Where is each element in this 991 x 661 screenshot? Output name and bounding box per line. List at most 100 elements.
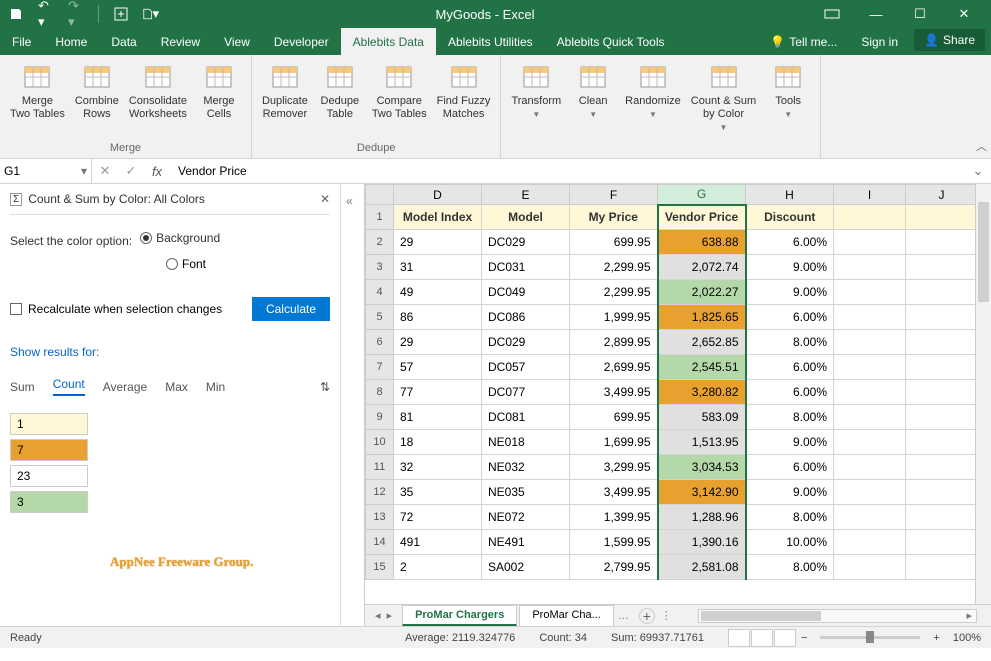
sheet-tab[interactable]: ProMar Cha... — [519, 605, 613, 626]
view-page-layout-icon[interactable] — [751, 629, 773, 647]
ribbon-combine-rows[interactable]: CombineRows — [71, 59, 123, 140]
col-header-G[interactable]: G — [658, 185, 746, 205]
save-icon[interactable] — [8, 6, 24, 22]
cell[interactable]: SA002 — [482, 555, 570, 580]
ribbon-randomize[interactable]: Randomize▼ — [621, 59, 685, 152]
col-header-J[interactable]: J — [906, 185, 978, 205]
row-header[interactable]: 5 — [366, 305, 394, 330]
fx-icon[interactable]: fx — [144, 159, 170, 183]
cell[interactable]: 2,652.85 — [658, 330, 746, 355]
ribbon-tools[interactable]: Tools▼ — [762, 59, 814, 152]
cell[interactable]: DC029 — [482, 230, 570, 255]
metric-tab-sum[interactable]: Sum — [10, 380, 35, 394]
cell[interactable]: 638.88 — [658, 230, 746, 255]
cell[interactable]: 1,399.95 — [570, 505, 658, 530]
cell[interactable]: 491 — [394, 530, 482, 555]
cell[interactable]: NE035 — [482, 480, 570, 505]
cell[interactable]: 2,072.74 — [658, 255, 746, 280]
pane-collapse-icon[interactable]: « — [341, 194, 353, 208]
row-header[interactable]: 8 — [366, 380, 394, 405]
cell[interactable]: 6.00% — [746, 355, 834, 380]
ribbon-transform[interactable]: Transform▼ — [507, 59, 565, 152]
cell[interactable]: 6.00% — [746, 455, 834, 480]
pane-close-icon[interactable]: ✕ — [320, 192, 330, 206]
close-icon[interactable]: ✕ — [943, 0, 985, 28]
col-header-F[interactable]: F — [570, 185, 658, 205]
ribbon-merge-cells[interactable]: MergeCells — [193, 59, 245, 140]
table-header-cell[interactable]: Model — [482, 205, 570, 230]
cell[interactable]: 699.95 — [570, 405, 658, 430]
radio-background[interactable]: Background — [140, 231, 220, 245]
tab-view[interactable]: View — [212, 28, 262, 55]
maximize-icon[interactable]: ☐ — [899, 0, 941, 28]
row-header[interactable]: 12 — [366, 480, 394, 505]
sheet-nav-next-icon[interactable]: ▸ — [387, 609, 393, 622]
cell[interactable]: 9.00% — [746, 480, 834, 505]
cell[interactable]: 1,599.95 — [570, 530, 658, 555]
cell[interactable]: 2,699.95 — [570, 355, 658, 380]
cell[interactable]: 6.00% — [746, 230, 834, 255]
sort-icon[interactable]: ⇅ — [320, 380, 330, 394]
col-header-D[interactable]: D — [394, 185, 482, 205]
cell[interactable]: 2,299.95 — [570, 255, 658, 280]
minimize-icon[interactable]: — — [855, 0, 897, 28]
metric-tab-max[interactable]: Max — [165, 380, 188, 394]
new-doc-icon[interactable]: ▾ — [143, 6, 159, 22]
spreadsheet-grid[interactable]: DEFGHIJ1Model IndexModelMy PriceVendor P… — [365, 184, 978, 580]
row-header[interactable]: 14 — [366, 530, 394, 555]
tab-ablebits-utilities[interactable]: Ablebits Utilities — [436, 28, 545, 55]
cell[interactable]: DC057 — [482, 355, 570, 380]
zoom-in-icon[interactable]: + — [929, 632, 943, 644]
cell[interactable]: 3,034.53 — [658, 455, 746, 480]
cell[interactable]: 57 — [394, 355, 482, 380]
cell[interactable]: 1,825.65 — [658, 305, 746, 330]
view-page-break-icon[interactable] — [774, 629, 796, 647]
cell[interactable]: 31 — [394, 255, 482, 280]
cell[interactable]: 2,899.95 — [570, 330, 658, 355]
color-result-row[interactable]: 23 — [10, 464, 330, 488]
row-header[interactable]: 13 — [366, 505, 394, 530]
cell[interactable]: 3,499.95 — [570, 480, 658, 505]
table-header-cell[interactable]: Discount — [746, 205, 834, 230]
metric-tab-min[interactable]: Min — [206, 380, 225, 394]
cell[interactable]: 3,280.82 — [658, 380, 746, 405]
col-header-H[interactable]: H — [746, 185, 834, 205]
cell[interactable]: DC029 — [482, 330, 570, 355]
cell[interactable]: 8.00% — [746, 405, 834, 430]
cell[interactable]: 8.00% — [746, 505, 834, 530]
cancel-formula-icon[interactable]: ✕ — [92, 159, 118, 183]
cell[interactable]: 9.00% — [746, 255, 834, 280]
metric-tab-count[interactable]: Count — [53, 377, 85, 396]
zoom-level[interactable]: 100% — [945, 632, 981, 644]
redo-icon[interactable]: ↷ ▾ — [68, 6, 84, 22]
name-box-input[interactable] — [4, 164, 74, 178]
cell[interactable]: NE491 — [482, 530, 570, 555]
cell[interactable]: 81 — [394, 405, 482, 430]
cell[interactable]: 35 — [394, 480, 482, 505]
cell[interactable]: 1,513.95 — [658, 430, 746, 455]
cell[interactable]: DC081 — [482, 405, 570, 430]
undo-icon[interactable]: ↶ ▾ — [38, 6, 54, 22]
cell[interactable]: 2,799.95 — [570, 555, 658, 580]
tab-file[interactable]: File — [0, 28, 43, 55]
cell[interactable]: 9.00% — [746, 430, 834, 455]
cell[interactable]: 3,299.95 — [570, 455, 658, 480]
cell[interactable]: 8.00% — [746, 555, 834, 580]
cell[interactable]: DC031 — [482, 255, 570, 280]
sheet-tab[interactable]: ProMar Chargers — [402, 605, 517, 626]
addin-icon[interactable] — [113, 6, 129, 22]
col-header-I[interactable]: I — [834, 185, 906, 205]
ribbon-count-sum-by-color[interactable]: Count & Sumby Color▼ — [687, 59, 760, 152]
vertical-scrollbar[interactable] — [975, 184, 991, 604]
table-header-cell[interactable]: My Price — [570, 205, 658, 230]
view-normal-icon[interactable] — [728, 629, 750, 647]
cell[interactable]: NE032 — [482, 455, 570, 480]
confirm-formula-icon[interactable]: ✓ — [118, 159, 144, 183]
tab-data[interactable]: Data — [99, 28, 148, 55]
cell[interactable]: 49 — [394, 280, 482, 305]
ribbon-compare-two-tables[interactable]: CompareTwo Tables — [368, 59, 431, 140]
radio-font[interactable]: Font — [166, 257, 330, 271]
cell[interactable]: 2,022.27 — [658, 280, 746, 305]
expand-formula-icon[interactable]: ⌄ — [965, 159, 991, 183]
cell[interactable]: 29 — [394, 330, 482, 355]
